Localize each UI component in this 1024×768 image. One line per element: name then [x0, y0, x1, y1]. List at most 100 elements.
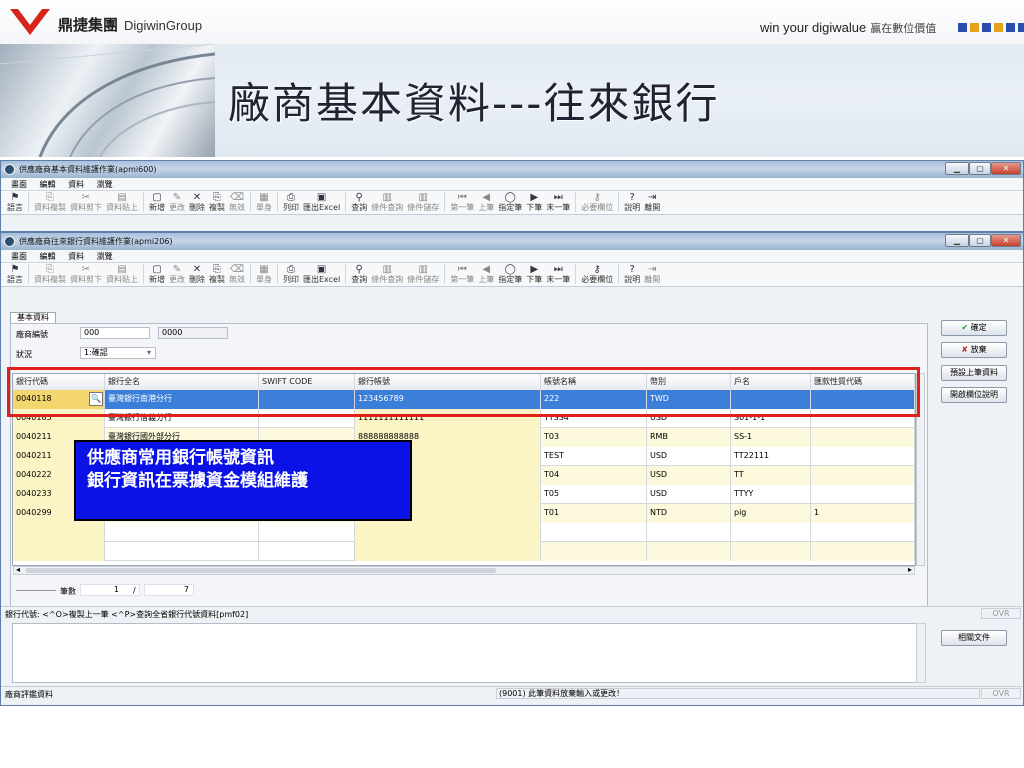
scroll-left-icon[interactable]: ◂: [16, 565, 20, 574]
field-help-button[interactable]: 開啟欄位說明: [941, 387, 1007, 403]
toolbar-condition-save-button[interactable]: ▥ 條件儲存: [405, 192, 441, 213]
toolbar-paste-button[interactable]: ▤ 資料貼上: [104, 264, 140, 285]
toolbar-new-button[interactable]: ▢ 新增: [147, 192, 167, 213]
close-button[interactable]: ✕: [991, 234, 1021, 247]
table-cell[interactable]: 1: [811, 504, 915, 523]
table-cell[interactable]: [811, 447, 915, 466]
table-cell[interactable]: SS-1: [731, 428, 811, 447]
scroll-thumb[interactable]: [26, 568, 496, 573]
table-cell[interactable]: TEST: [541, 447, 647, 466]
inner-title-bar[interactable]: 供應廠商往來銀行資料維護作業(apmi206) ▁ ▢ ✕: [1, 233, 1023, 250]
toolbar-sheet-button[interactable]: ▦ 單身: [254, 192, 274, 213]
table-cell[interactable]: [259, 542, 355, 561]
toolbar-condition-save-button[interactable]: ▥ 條件儲存: [405, 264, 441, 285]
toolbar-new-button[interactable]: ▢ 新增: [147, 264, 167, 285]
confirm-button[interactable]: ✔ 確定: [941, 320, 1007, 336]
table-row[interactable]: [13, 523, 915, 542]
table-cell[interactable]: T01: [541, 504, 647, 523]
notes-textarea[interactable]: [12, 623, 926, 683]
table-cell[interactable]: T03: [541, 428, 647, 447]
toolbar-help-button[interactable]: ? 說明: [622, 192, 642, 213]
table-cell[interactable]: [811, 523, 915, 542]
toolbar-delete-button[interactable]: ✕ 刪除: [187, 264, 207, 285]
toolbar-edit-button[interactable]: ✎ 更改: [167, 192, 187, 213]
minimize-button[interactable]: ▁: [945, 162, 969, 175]
toolbar-binoculars-button[interactable]: ⚲ 查詢: [349, 264, 369, 285]
minimize-button[interactable]: ▁: [945, 234, 969, 247]
table-cell[interactable]: [541, 542, 647, 561]
table-cell[interactable]: [355, 542, 541, 561]
toolbar-trash-button[interactable]: ⌫ 無效: [227, 264, 247, 285]
table-row[interactable]: [13, 542, 915, 561]
table-cell[interactable]: [13, 523, 105, 542]
tab-basic-info[interactable]: 基本資料: [10, 312, 56, 323]
menu-item-browse[interactable]: 瀏覽: [97, 180, 113, 189]
toolbar-next-record-button[interactable]: ▶ 下筆: [524, 264, 544, 285]
table-cell[interactable]: USD: [647, 485, 731, 504]
grid-horizontal-scrollbar[interactable]: ◂ ▸: [13, 565, 915, 575]
table-cell[interactable]: pig: [731, 504, 811, 523]
toolbar-condition-query-button[interactable]: ▥ 條件查詢: [369, 264, 405, 285]
toolbar-first-record-button[interactable]: ⏮ 第一筆: [448, 264, 476, 285]
table-cell[interactable]: T04: [541, 466, 647, 485]
toolbar-cut-button[interactable]: ✂ 資料剪下: [68, 264, 104, 285]
toolbar-exit-button[interactable]: ⇥ 離開: [642, 264, 662, 285]
table-cell[interactable]: T05: [541, 485, 647, 504]
maximize-button[interactable]: ▢: [969, 162, 991, 175]
toolbar-duplicate-button[interactable]: ⎘ 複製: [207, 264, 227, 285]
menu-item-data[interactable]: 資料: [68, 180, 84, 189]
menu-item-browse[interactable]: 瀏覽: [97, 252, 113, 261]
table-cell[interactable]: [541, 523, 647, 542]
table-cell[interactable]: [811, 542, 915, 561]
toolbar-copy-button[interactable]: ⎘ 資料複製: [32, 192, 68, 213]
table-cell[interactable]: [731, 523, 811, 542]
menu-item-screen[interactable]: 畫面: [11, 252, 27, 261]
table-cell[interactable]: NTD: [647, 504, 731, 523]
close-button[interactable]: ✕: [991, 162, 1021, 175]
toolbar-condition-query-button[interactable]: ▥ 條件查詢: [369, 192, 405, 213]
menu-item-data[interactable]: 資料: [68, 252, 84, 261]
toolbar-key-button[interactable]: ⚷ 必要欄位: [579, 264, 615, 285]
table-cell[interactable]: [811, 466, 915, 485]
toolbar-copy-button[interactable]: ⎘ 資料複製: [32, 264, 68, 285]
table-cell[interactable]: TTYY: [731, 485, 811, 504]
toolbar-binoculars-button[interactable]: ⚲ 查詢: [349, 192, 369, 213]
abandon-button[interactable]: ✘ 放棄: [941, 342, 1007, 358]
toolbar-trash-button[interactable]: ⌫ 無效: [227, 192, 247, 213]
toolbar-goto-record-button[interactable]: ◯ 指定筆: [496, 264, 524, 285]
table-cell[interactable]: [811, 485, 915, 504]
related-documents-button[interactable]: 相關文件: [941, 630, 1007, 646]
toolbar-excel-button[interactable]: ▣ 匯出Excel: [301, 264, 342, 285]
table-cell[interactable]: [105, 523, 259, 542]
toolbar-cut-button[interactable]: ✂ 資料剪下: [68, 192, 104, 213]
table-cell[interactable]: [811, 428, 915, 447]
preset-previous-button[interactable]: 預設上筆資料: [941, 365, 1007, 381]
toolbar-sheet-button[interactable]: ▦ 單身: [254, 264, 274, 285]
toolbar-goto-record-button[interactable]: ◯ 指定筆: [496, 192, 524, 213]
toolbar-excel-button[interactable]: ▣ 匯出Excel: [301, 192, 342, 213]
toolbar-next-record-button[interactable]: ▶ 下筆: [524, 192, 544, 213]
maximize-button[interactable]: ▢: [969, 234, 991, 247]
toolbar-exit-button[interactable]: ⇥ 離開: [642, 192, 662, 213]
status-select[interactable]: 1:確認 ▾: [80, 347, 156, 359]
toolbar-key-button[interactable]: ⚷ 必要欄位: [579, 192, 615, 213]
toolbar-last-record-button[interactable]: ⏭ 末一筆: [544, 192, 572, 213]
toolbar-flag-button[interactable]: ⚑ 語言: [5, 264, 25, 285]
table-cell[interactable]: [259, 523, 355, 542]
toolbar-print-button[interactable]: ⎙ 列印: [281, 192, 301, 213]
toolbar-duplicate-button[interactable]: ⎘ 複製: [207, 192, 227, 213]
table-cell[interactable]: TT22111: [731, 447, 811, 466]
table-cell[interactable]: [105, 542, 259, 561]
outer-title-bar[interactable]: 供應廠商基本資料維護作業(apmi600) ▁ ▢ ✕: [1, 161, 1023, 178]
toolbar-print-button[interactable]: ⎙ 列印: [281, 264, 301, 285]
toolbar-prev-record-button[interactable]: ◀ 上筆: [476, 192, 496, 213]
scroll-right-icon[interactable]: ▸: [908, 565, 912, 574]
toolbar-first-record-button[interactable]: ⏮ 第一筆: [448, 192, 476, 213]
table-cell[interactable]: [355, 523, 541, 542]
table-cell[interactable]: [647, 542, 731, 561]
toolbar-delete-button[interactable]: ✕ 刪除: [187, 192, 207, 213]
toolbar-paste-button[interactable]: ▤ 資料貼上: [104, 192, 140, 213]
menu-item-edit[interactable]: 編輯: [40, 180, 56, 189]
toolbar-edit-button[interactable]: ✎ 更改: [167, 264, 187, 285]
toolbar-prev-record-button[interactable]: ◀ 上筆: [476, 264, 496, 285]
